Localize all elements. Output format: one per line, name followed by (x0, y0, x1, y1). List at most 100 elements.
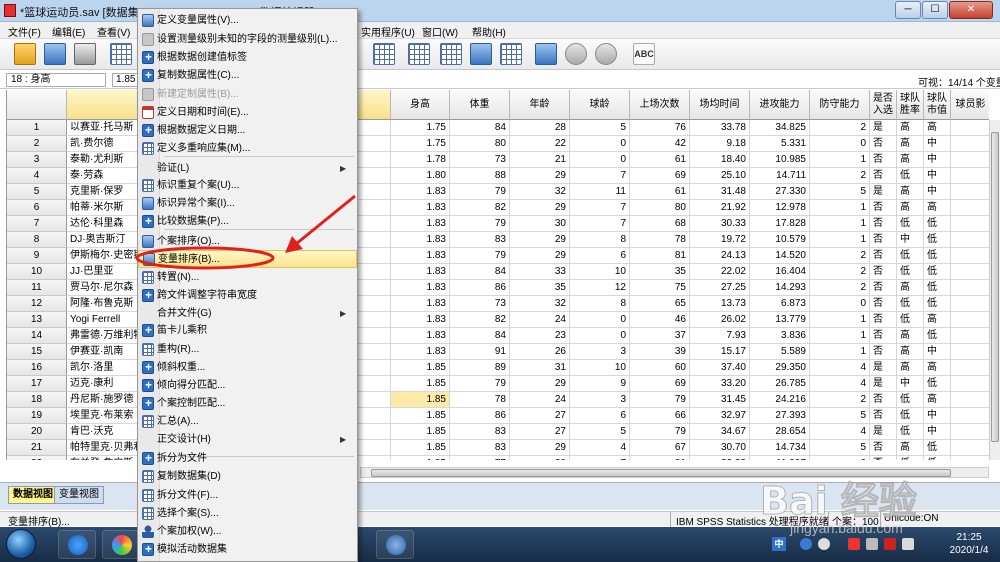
data-cell[interactable]: 17.828 (750, 216, 810, 232)
data-cell[interactable]: 42 (630, 136, 690, 152)
data-cell[interactable]: 否 (870, 440, 897, 456)
data-cell[interactable]: 低 (897, 168, 924, 184)
data-cell[interactable]: 1.85 (391, 456, 450, 460)
data-cell[interactable]: 12.978 (750, 200, 810, 216)
data-cell[interactable]: 28.654 (750, 424, 810, 440)
data-cell[interactable]: 69 (630, 376, 690, 392)
data-cell[interactable]: 26.02 (690, 312, 750, 328)
data-cell[interactable]: 9.18 (690, 136, 750, 152)
row-header[interactable]: 1 (7, 120, 67, 136)
row-header[interactable]: 2 (7, 136, 67, 152)
weight-cases-icon[interactable] (470, 43, 492, 65)
tray-security-icon[interactable] (848, 538, 860, 550)
data-cell[interactable] (951, 248, 989, 264)
data-cell[interactable]: 33.20 (690, 376, 750, 392)
menu-item[interactable]: 根据数据定义日期... (138, 122, 357, 140)
data-cell[interactable]: 是 (870, 120, 897, 136)
data-cell[interactable]: 否 (870, 344, 897, 360)
data-cell[interactable]: 5 (810, 440, 870, 456)
data-cell[interactable]: 高 (924, 360, 951, 376)
split-file-icon[interactable] (373, 43, 395, 65)
data-cell[interactable]: 中 (924, 136, 951, 152)
data-cell[interactable]: 4 (810, 360, 870, 376)
data-cell[interactable]: 6 (570, 408, 630, 424)
data-cell[interactable]: 79 (630, 424, 690, 440)
menu-item[interactable]: 标识异常个案(I)... (138, 195, 357, 213)
vertical-scrollbar[interactable] (989, 120, 1000, 460)
data-cell[interactable]: 7.93 (690, 328, 750, 344)
tray-network-icon[interactable] (800, 538, 812, 550)
data-cell[interactable]: 1 (810, 328, 870, 344)
data-cell[interactable]: 中 (897, 376, 924, 392)
data-cell[interactable]: 73 (450, 296, 510, 312)
data-cell[interactable]: 否 (870, 200, 897, 216)
data-cell[interactable]: 低 (897, 296, 924, 312)
data-cell[interactable]: 2 (810, 280, 870, 296)
data-cell[interactable]: 低 (897, 456, 924, 460)
data-cell[interactable]: 否 (870, 312, 897, 328)
data-cell[interactable]: 0 (810, 296, 870, 312)
data-cell[interactable]: 低 (897, 216, 924, 232)
data-cell[interactable]: 25.10 (690, 168, 750, 184)
data-cell[interactable]: 低 (924, 216, 951, 232)
taskbar-app-browser[interactable] (102, 530, 140, 559)
menu-item[interactable]: 个案排序(O)... (138, 233, 357, 251)
data-cell[interactable]: 0 (570, 328, 630, 344)
data-cell[interactable]: 84 (450, 264, 510, 280)
data-cell[interactable]: 中 (924, 184, 951, 200)
data-cell[interactable]: 否 (870, 408, 897, 424)
data-cell[interactable]: 11.997 (750, 456, 810, 460)
data-cell[interactable]: 5 (810, 184, 870, 200)
data-cell[interactable] (951, 296, 989, 312)
data-cell[interactable]: 否 (870, 136, 897, 152)
data-cell[interactable]: 10 (570, 264, 630, 280)
menu-file[interactable]: 文件(F) (8, 24, 41, 39)
data-cell[interactable]: 低 (924, 248, 951, 264)
tab-variable-view[interactable]: 变量视图 (54, 486, 104, 504)
data-cell[interactable]: 31.48 (690, 184, 750, 200)
data-cell[interactable]: 4 (570, 440, 630, 456)
row-header[interactable]: 12 (7, 296, 67, 312)
data-cell[interactable]: 35 (630, 264, 690, 280)
data-cell[interactable]: 1.83 (391, 312, 450, 328)
value-labels-icon[interactable] (535, 43, 557, 65)
data-cell[interactable]: 30.33 (690, 216, 750, 232)
data-cell[interactable] (951, 312, 989, 328)
data-cell[interactable]: 中 (924, 344, 951, 360)
data-cell[interactable]: 27.330 (750, 184, 810, 200)
data-cell[interactable]: 79 (450, 184, 510, 200)
column-header[interactable]: 球队市值 (924, 90, 951, 120)
data-cell[interactable]: 2 (810, 120, 870, 136)
data-cell[interactable]: 24 (510, 312, 570, 328)
data-cell[interactable]: 14.734 (750, 440, 810, 456)
data-cell[interactable]: 高 (924, 312, 951, 328)
data-cell[interactable]: 80 (450, 136, 510, 152)
menu-item[interactable]: 模拟活动数据集 (138, 541, 357, 559)
data-cell[interactable]: 0 (570, 136, 630, 152)
data-cell[interactable]: 否 (870, 264, 897, 280)
data-cell[interactable]: 1.85 (391, 360, 450, 376)
data-cell[interactable]: 33.78 (690, 120, 750, 136)
data-cell[interactable]: 5 (810, 408, 870, 424)
data-cell[interactable]: 高 (897, 152, 924, 168)
data-cell[interactable]: 是 (870, 184, 897, 200)
menu-item[interactable]: 设置测量级别未知的字段的测量级别(L)... (138, 31, 357, 49)
column-header[interactable]: 上场次数 (630, 90, 690, 120)
data-cell[interactable]: 3.836 (750, 328, 810, 344)
data-cell[interactable]: 低 (897, 248, 924, 264)
data-cell[interactable]: 低 (924, 232, 951, 248)
data-cell[interactable]: 35 (510, 280, 570, 296)
data-cell[interactable]: 13.779 (750, 312, 810, 328)
data-cell[interactable]: 65 (630, 296, 690, 312)
data-cell[interactable]: 否 (870, 216, 897, 232)
data-cell[interactable]: 0 (570, 152, 630, 168)
data-cell[interactable]: 否 (870, 328, 897, 344)
column-header[interactable]: 是否入选 (870, 90, 897, 120)
data-cell[interactable]: 1.85 (391, 408, 450, 424)
data-cell[interactable]: 14.293 (750, 280, 810, 296)
menu-item[interactable]: 个案加权(W)... (138, 523, 357, 541)
tray-network-status-icon[interactable] (866, 538, 878, 550)
data-cell[interactable]: 16.404 (750, 264, 810, 280)
data-cell[interactable]: 30.70 (690, 440, 750, 456)
column-header[interactable]: 球员影 (951, 90, 989, 120)
